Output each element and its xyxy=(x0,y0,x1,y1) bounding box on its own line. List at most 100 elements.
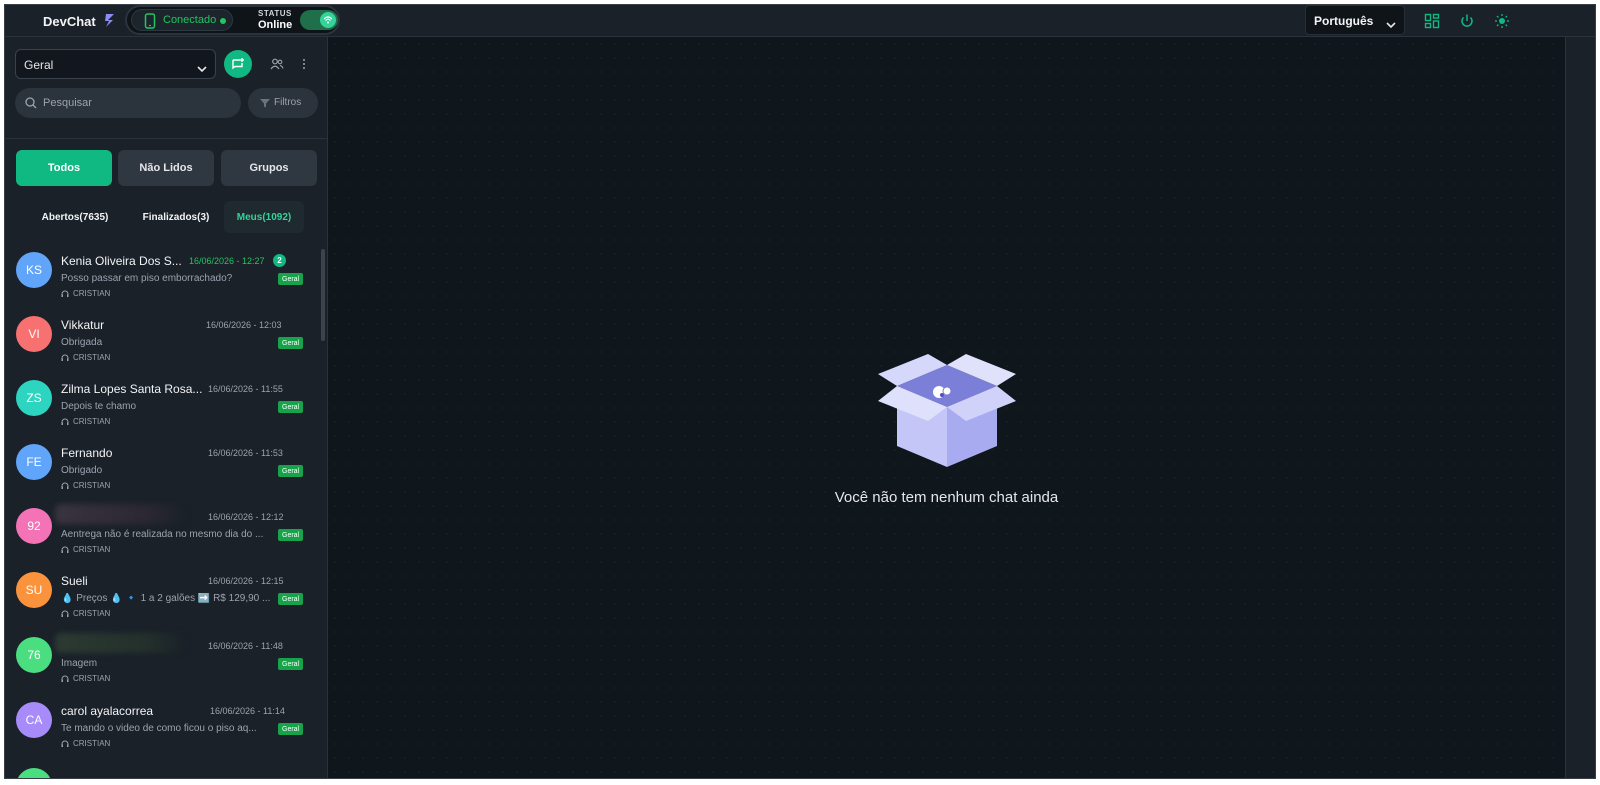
agent-name: CRISTIAN xyxy=(73,289,111,298)
avatar: KS xyxy=(16,252,52,288)
toggle-knob xyxy=(320,12,336,28)
tab-grupos[interactable]: Grupos xyxy=(221,150,317,186)
avatar: 92 xyxy=(16,508,52,544)
chat-time: 16/06/2026 - 11:55 xyxy=(208,384,283,394)
sun-icon[interactable] xyxy=(1494,13,1510,29)
chat-preview: Obrigado xyxy=(61,465,103,476)
chat-time: 16/06/2026 - 11:14 xyxy=(210,706,285,716)
headset-icon xyxy=(61,354,69,361)
headset-icon xyxy=(61,610,69,617)
chat-name: Vikkatur xyxy=(61,318,105,332)
chat-area: Você não tem nenhum chat ainda xyxy=(328,37,1565,778)
search-box xyxy=(15,88,241,118)
grid-icon[interactable] xyxy=(1424,13,1440,29)
chat-time: 16/06/2026 - 11:53 xyxy=(208,448,283,458)
redacted-name xyxy=(55,633,185,653)
chat-name: Kenia Oliveira Dos S... xyxy=(61,254,182,268)
chat-list-item[interactable]: 92 16/06/2026 - 12:12 Aentrega não é rea… xyxy=(5,502,321,566)
headset-icon xyxy=(61,740,69,747)
tab-nao-lidos[interactable]: Não Lidos xyxy=(118,150,214,186)
unread-badge: 2 xyxy=(273,254,286,267)
more-options-icon[interactable] xyxy=(302,57,306,76)
headset-icon xyxy=(61,675,69,682)
divider xyxy=(5,138,328,139)
chat-time: 16/06/2026 - 12:27 xyxy=(189,256,265,266)
sidebar: Geral Filtros xyxy=(5,37,328,778)
chat-preview: Aentrega não é realizada no mesmo dia do… xyxy=(61,529,264,540)
avatar: VI xyxy=(16,316,52,352)
agent-name: CRISTIAN xyxy=(73,481,111,490)
users-icon[interactable] xyxy=(270,57,284,76)
chat-preview: Imagem xyxy=(61,658,98,669)
chat-preview: Posso passar em piso emborrachado? xyxy=(61,273,233,284)
avatar xyxy=(16,768,52,778)
agent-name: CRISTIAN xyxy=(73,609,111,618)
power-icon[interactable] xyxy=(1459,13,1475,29)
app-window: DevChat Conectado STATUS Online Portuguê… xyxy=(4,4,1596,779)
chat-list: KS Kenia Oliveira Dos S... 16/06/2026 - … xyxy=(5,243,321,778)
chat-list-item[interactable]: CA carol ayalacorrea 16/06/2026 - 11:14 … xyxy=(5,696,321,760)
agent-name: CRISTIAN xyxy=(73,417,111,426)
queue-tag: Geral xyxy=(278,401,304,413)
chevron-down-icon xyxy=(1386,16,1396,34)
chat-list-item[interactable]: SU Sueli 16/06/2026 - 12:15 💧 Preços 💧 🔹… xyxy=(5,566,321,630)
queue-select[interactable]: Geral xyxy=(15,49,216,79)
right-rail xyxy=(1565,37,1595,778)
chat-list-item[interactable]: KS Kenia Oliveira Dos S... 16/06/2026 - … xyxy=(5,246,321,310)
avatar: 76 xyxy=(16,637,52,673)
tab-todos[interactable]: Todos xyxy=(16,150,112,186)
chat-time: 16/06/2026 - 12:15 xyxy=(208,576,284,586)
chat-preview: Depois te chamo xyxy=(61,401,137,412)
agent-name: CRISTIAN xyxy=(73,545,111,554)
new-chat-button[interactable] xyxy=(224,50,252,78)
agent-name: CRISTIAN xyxy=(73,674,111,683)
queue-tag: Geral xyxy=(278,273,304,285)
filter-label: Filtros xyxy=(274,97,302,108)
empty-box-illustration xyxy=(878,349,1016,469)
chat-name: Sueli xyxy=(61,574,88,588)
filter-button[interactable]: Filtros xyxy=(248,88,318,118)
search-input[interactable] xyxy=(43,94,233,112)
avatar: ZS xyxy=(16,380,52,416)
avatar: CA xyxy=(16,702,52,738)
connection-badge: Conectado xyxy=(131,9,233,31)
subtab-finalizados[interactable]: Finalizados(3) xyxy=(131,201,221,233)
headset-icon xyxy=(61,418,69,425)
chat-name: carol ayalacorrea xyxy=(61,704,154,718)
chat-list-item[interactable]: 76 16/06/2026 - 11:48 Imagem Geral CRIST… xyxy=(5,631,321,695)
online-toggle[interactable] xyxy=(300,10,338,30)
headset-icon xyxy=(61,482,69,489)
chat-list-item[interactable]: ZS Zilma Lopes Santa Rosa... 16/06/2026 … xyxy=(5,374,321,438)
subtab-abertos[interactable]: Abertos(7635) xyxy=(29,201,121,233)
agent-name: CRISTIAN xyxy=(73,353,111,362)
chevron-down-icon xyxy=(197,60,207,78)
empty-state-message: Você não tem nenhum chat ainda xyxy=(834,489,1059,506)
chat-name: Zilma Lopes Santa Rosa... xyxy=(61,382,203,396)
chat-list-scrollbar[interactable] xyxy=(321,249,325,341)
subtab-meus[interactable]: Meus(1092) xyxy=(224,201,304,233)
queue-tag: Geral xyxy=(278,337,304,349)
queue-tag: Geral xyxy=(278,529,304,541)
redacted-name xyxy=(55,504,185,524)
chat-list-item[interactable]: FE Fernando 16/06/2026 - 11:53 Obrigado … xyxy=(5,438,321,502)
brand-name: DevChat xyxy=(43,14,96,29)
chat-list-item[interactable]: VI Vikkatur 16/06/2026 - 12:03 Obrigada … xyxy=(5,310,321,374)
language-select[interactable]: Português xyxy=(1305,5,1405,35)
chat-time: 16/06/2026 - 12:03 xyxy=(206,320,282,330)
chat-name: Fernando xyxy=(61,446,113,460)
queue-tag: Geral xyxy=(278,465,304,477)
phone-icon xyxy=(144,13,156,29)
chat-time: 16/06/2026 - 11:48 xyxy=(208,641,283,651)
queue-select-value: Geral xyxy=(24,58,54,72)
status-value: Online xyxy=(258,19,293,31)
connection-dot xyxy=(220,18,226,24)
language-label: Português xyxy=(1314,14,1374,28)
queue-tag: Geral xyxy=(278,593,304,605)
top-bar: DevChat Conectado STATUS Online Portuguê… xyxy=(5,5,1595,37)
avatar: SU xyxy=(16,572,52,608)
status-label: STATUS xyxy=(258,9,292,18)
lightning-icon xyxy=(102,12,118,28)
avatar: FE xyxy=(16,444,52,480)
chat-preview: Obrigada xyxy=(61,337,103,348)
agent-name: CRISTIAN xyxy=(73,739,111,748)
